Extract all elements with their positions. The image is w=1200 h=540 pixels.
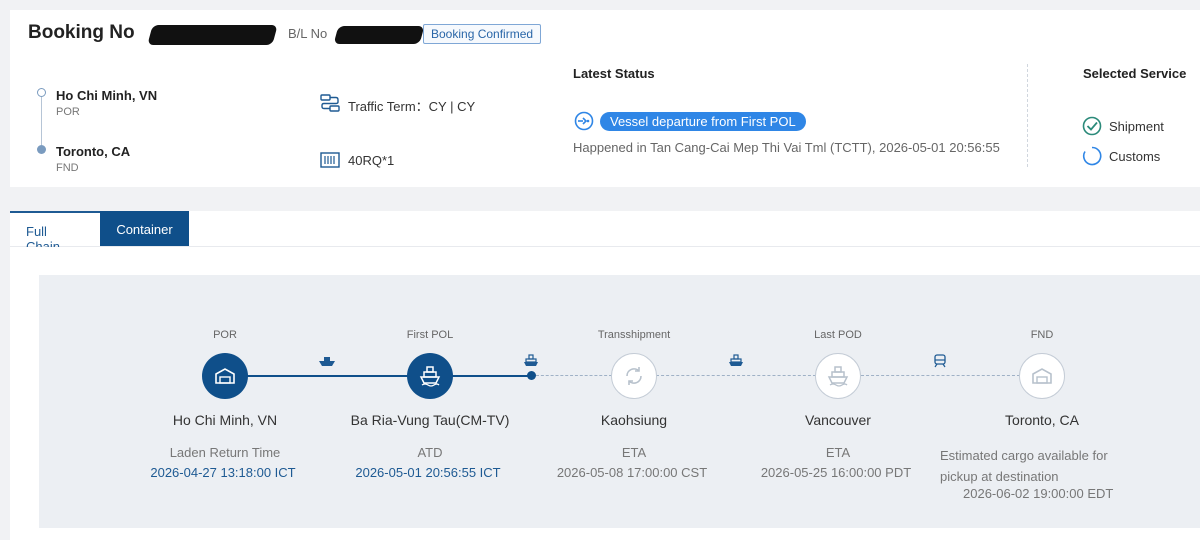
booking-number-redacted [147, 25, 278, 45]
stage-label-transshipment: Transshipment [597, 329, 671, 341]
section-divider [1027, 64, 1028, 167]
stage-time-por: 2026-04-27 13:18:00 ICT [150, 465, 296, 480]
segment-pol-current [452, 375, 532, 377]
origin-city: Ho Chi Minh, VN [56, 88, 158, 103]
tab-full-chain[interactable]: Full Chain [10, 211, 100, 254]
stage-time-pod: 2026-05-25 16:00:00 PDT [760, 465, 912, 480]
stage-time-pol: 2026-05-01 20:56:55 ICT [355, 465, 501, 480]
stage-time-fnd: 2026-06-02 19:00:00 EDT [963, 486, 1114, 501]
current-position-marker [527, 371, 536, 380]
stage-place-por: Ho Chi Minh, VN [172, 412, 278, 428]
segment-current-ts [536, 375, 612, 376]
selected-service-title: Selected Service [1083, 66, 1187, 81]
origin-code: POR [56, 106, 80, 118]
segment-ts-pod [656, 375, 816, 376]
stage-node-pol[interactable] [407, 353, 453, 399]
stage-place-transshipment: Kaohsiung [600, 412, 668, 428]
origin-dot-icon [37, 88, 46, 97]
stage-place-fnd: Toronto, CA [1005, 412, 1079, 428]
stage-label-fnd: FND [1030, 329, 1054, 341]
latest-status-event: Vessel departure from First POL [600, 112, 806, 131]
vessel-icon [419, 366, 441, 387]
container-icon [320, 152, 340, 168]
stage-event-pod: ETA [825, 445, 851, 460]
view-tabs: Full Chain Container [10, 211, 1200, 254]
vessel-icon [729, 354, 743, 366]
stage-label-pod: Last POD [814, 329, 862, 341]
vessel-icon [827, 366, 849, 387]
stage-node-pod[interactable] [815, 353, 861, 399]
vessel-icon [524, 354, 538, 366]
rail-icon [934, 354, 946, 368]
stage-place-pol: Ba Ria-Vung Tau(CM-TV) [350, 412, 510, 428]
segment-pod-fnd [861, 375, 1020, 376]
destination-city: Toronto, CA [56, 144, 131, 159]
route-term-icon [320, 94, 340, 112]
latest-status-detail: Happened in Tan Cang-Cai Mep Thi Vai Tml… [573, 140, 1000, 155]
traffic-term: Traffic Term：CY | CY [348, 99, 476, 114]
destination-code: FND [56, 162, 79, 174]
service-customs: Customs [1109, 149, 1161, 164]
tab-container[interactable]: Container [100, 211, 189, 246]
booking-status-badge: Booking Confirmed [423, 24, 542, 44]
departure-icon [574, 111, 594, 131]
container-type: 40RQ*1 [348, 153, 395, 168]
segment-por-pol [247, 375, 408, 377]
customs-pending-icon[interactable] [1082, 146, 1102, 166]
stage-time-transshipment: 2026-05-08 17:00:00 CST [556, 465, 708, 480]
stage-event-pol: ATD [417, 445, 443, 460]
stage-event-transshipment: ETA [621, 445, 647, 460]
stage-node-fnd[interactable] [1019, 353, 1065, 399]
stage-label-pol: First POL [406, 329, 454, 341]
stage-node-por[interactable] [202, 353, 248, 399]
bl-number-redacted [333, 26, 425, 44]
stage-place-pod: Vancouver [805, 412, 871, 428]
warehouse-icon [215, 368, 235, 384]
latest-status-title: Latest Status [573, 66, 655, 81]
refresh-icon [626, 367, 642, 385]
service-shipment: Shipment [1109, 119, 1164, 134]
destination-dot-icon [37, 145, 46, 154]
stage-node-transshipment[interactable] [611, 353, 657, 399]
booking-number-label: Booking No [28, 22, 135, 43]
shipment-check-icon[interactable] [1082, 116, 1102, 136]
ship-icon [319, 357, 335, 366]
stage-event-fnd: Estimated cargo available for pickup at … [940, 448, 1108, 484]
stage-event-por: Laden Return Time [169, 445, 281, 460]
warehouse-icon [1032, 368, 1052, 384]
stage-label-por: POR [213, 329, 237, 341]
route-connector [41, 97, 42, 145]
bl-number-label: B/L No [288, 26, 328, 41]
